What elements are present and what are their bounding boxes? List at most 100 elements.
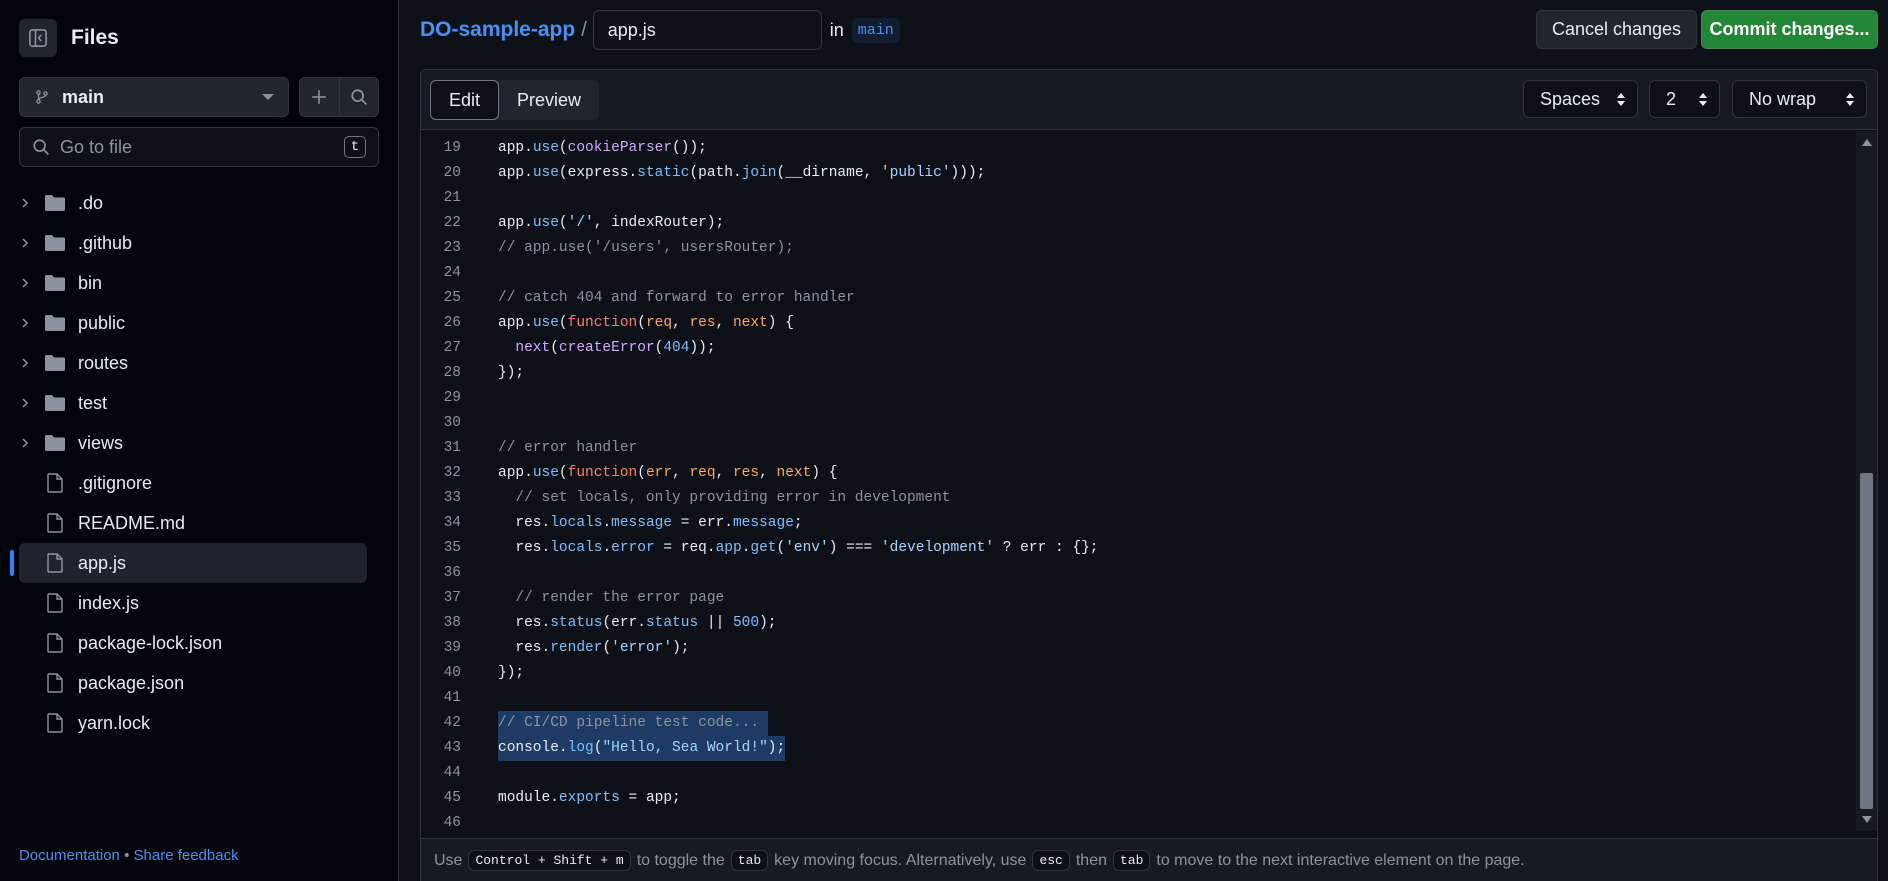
go-to-file-input[interactable]: [60, 136, 344, 158]
code-line: 26 app.use(function(req, res, next) {: [421, 311, 1858, 336]
code-token: app.: [498, 465, 533, 481]
folder-icon: [45, 315, 65, 331]
selected-code-text: // CI/CD pipeline test code...: [498, 711, 768, 736]
share-feedback-link[interactable]: Share feedback: [134, 847, 239, 864]
tree-file-readme[interactable]: README.md: [10, 503, 390, 543]
code-line: 28});: [421, 361, 1858, 386]
tree-folder-bin[interactable]: bin: [10, 263, 390, 303]
add-file-button[interactable]: [300, 78, 339, 116]
folder-icon: [45, 275, 65, 291]
scroll-up-icon[interactable]: [1862, 139, 1872, 146]
tree-file-yarn-lock[interactable]: yarn.lock: [10, 703, 390, 743]
scroll-down-icon[interactable]: [1862, 816, 1872, 823]
indent-size-select[interactable]: 2: [1649, 80, 1720, 118]
code-token: (: [550, 340, 559, 356]
chevron-right-icon: [22, 278, 29, 288]
documentation-link[interactable]: Documentation: [19, 847, 120, 864]
code-token: ,: [715, 465, 733, 481]
code-token: (express.: [558, 165, 638, 181]
line-number: 28: [443, 365, 461, 381]
code-line: 42 // CI/CD pipeline test code...: [421, 711, 1858, 736]
tree-folder-views[interactable]: views: [10, 423, 390, 463]
code-text: });: [498, 361, 524, 386]
line-number: 32: [443, 465, 461, 481]
tree-file-package-lock[interactable]: package-lock.json: [10, 623, 390, 663]
chevron-right-icon: [22, 358, 29, 368]
tab-edit[interactable]: Edit: [430, 80, 500, 120]
tree-file-package-json[interactable]: package.json: [10, 663, 390, 703]
search-code-button[interactable]: [338, 78, 379, 116]
code-token: status: [550, 615, 603, 631]
code-token: log: [567, 740, 594, 756]
code-text: module.exports = app;: [498, 786, 681, 811]
code-token: // set locals, only providing error in d…: [498, 490, 951, 506]
code-text: app.use(function(req, res, next) {: [498, 311, 794, 336]
code-line: 25 // catch 404 and forward to error hand…: [421, 286, 1858, 311]
scrollbar-thumb[interactable]: [1860, 473, 1873, 809]
code-line: 41: [421, 686, 1858, 711]
code-text: app.use(cookieParser());: [498, 136, 707, 161]
code-token: err: [645, 465, 673, 481]
editor-scrollbar[interactable]: [1856, 131, 1877, 831]
code-line: 39 res.render('error');: [421, 636, 1858, 661]
indent-mode-select[interactable]: Spaces: [1523, 80, 1638, 118]
code-line: 35 res.locals.error = req.app.get('env')…: [421, 536, 1858, 561]
code-token: 'public': [880, 165, 951, 181]
code-token: res.: [498, 640, 551, 656]
code-token: createError: [558, 340, 655, 356]
wrap-mode-value: No wrap: [1749, 88, 1817, 109]
tree-item-label: views: [78, 432, 124, 453]
tree-file-index-js[interactable]: index.js: [10, 583, 390, 623]
branch-name: main: [62, 86, 105, 107]
line-number: 42: [443, 715, 461, 731]
chevron-down-icon: [262, 94, 274, 100]
tree-file-app-js[interactable]: app.js: [10, 543, 367, 583]
code-line: 22 app.use('/', indexRouter);: [421, 211, 1858, 236]
chevron-right-icon: [22, 238, 29, 248]
tree-folder-routes[interactable]: routes: [10, 343, 390, 383]
code-line: 40});: [421, 661, 1858, 686]
tree-item-label: .do: [78, 192, 104, 213]
code-line: 46: [421, 811, 1858, 831]
code-token: );: [672, 640, 690, 656]
code-line: 36: [421, 561, 1858, 586]
code-area[interactable]: 19 app.use(cookieParser()); 20 app.use(expr…: [421, 131, 1858, 831]
folder-icon: [45, 435, 65, 451]
tab-preview[interactable]: Preview: [499, 80, 599, 120]
tree-folder-do[interactable]: .do: [10, 183, 390, 223]
branch-selector[interactable]: main: [19, 77, 289, 117]
line-number: 30: [443, 415, 461, 431]
branch-badge[interactable]: main: [851, 17, 900, 43]
tree-file-gitignore[interactable]: .gitignore: [10, 463, 390, 503]
sidebar-collapse-icon: [29, 29, 47, 47]
folder-icon: [45, 395, 65, 411]
code-token: // render the error page: [498, 590, 725, 606]
code-line: 32 app.use(function(err, req, res, next) …: [421, 461, 1858, 486]
plus-icon: [312, 90, 326, 104]
line-number: 43: [443, 740, 461, 756]
sidebar-footer: Documentation • Share feedback: [19, 847, 239, 864]
repo-link[interactable]: DO-sample-app: [420, 18, 575, 42]
collapse-sidebar-button[interactable]: [19, 19, 57, 57]
wrap-mode-select[interactable]: No wrap: [1732, 80, 1867, 118]
help-text: key moving focus. Alternatively, use: [774, 851, 1027, 869]
code-token: ) {: [811, 465, 838, 481]
code-token: res.: [498, 515, 551, 531]
tree-folder-test[interactable]: test: [10, 383, 390, 423]
tree-item-label: app.js: [78, 552, 127, 573]
line-number: 25: [443, 290, 461, 306]
code-token: (__dirname,: [776, 165, 881, 181]
line-number: 24: [443, 265, 461, 281]
code-token: locals: [550, 540, 603, 556]
tree-folder-github[interactable]: .github: [10, 223, 390, 263]
code-text: });: [498, 661, 524, 686]
tree-item-label: package.json: [78, 672, 185, 693]
tree-folder-public[interactable]: public: [10, 303, 390, 343]
commit-changes-button[interactable]: Commit changes...: [1701, 10, 1878, 49]
cancel-changes-button[interactable]: Cancel changes: [1536, 10, 1697, 49]
code-token: , indexRouter);: [593, 215, 725, 231]
filename-input[interactable]: [592, 10, 822, 50]
folder-icon: [45, 195, 65, 211]
indent-mode-value: Spaces: [1540, 88, 1601, 109]
